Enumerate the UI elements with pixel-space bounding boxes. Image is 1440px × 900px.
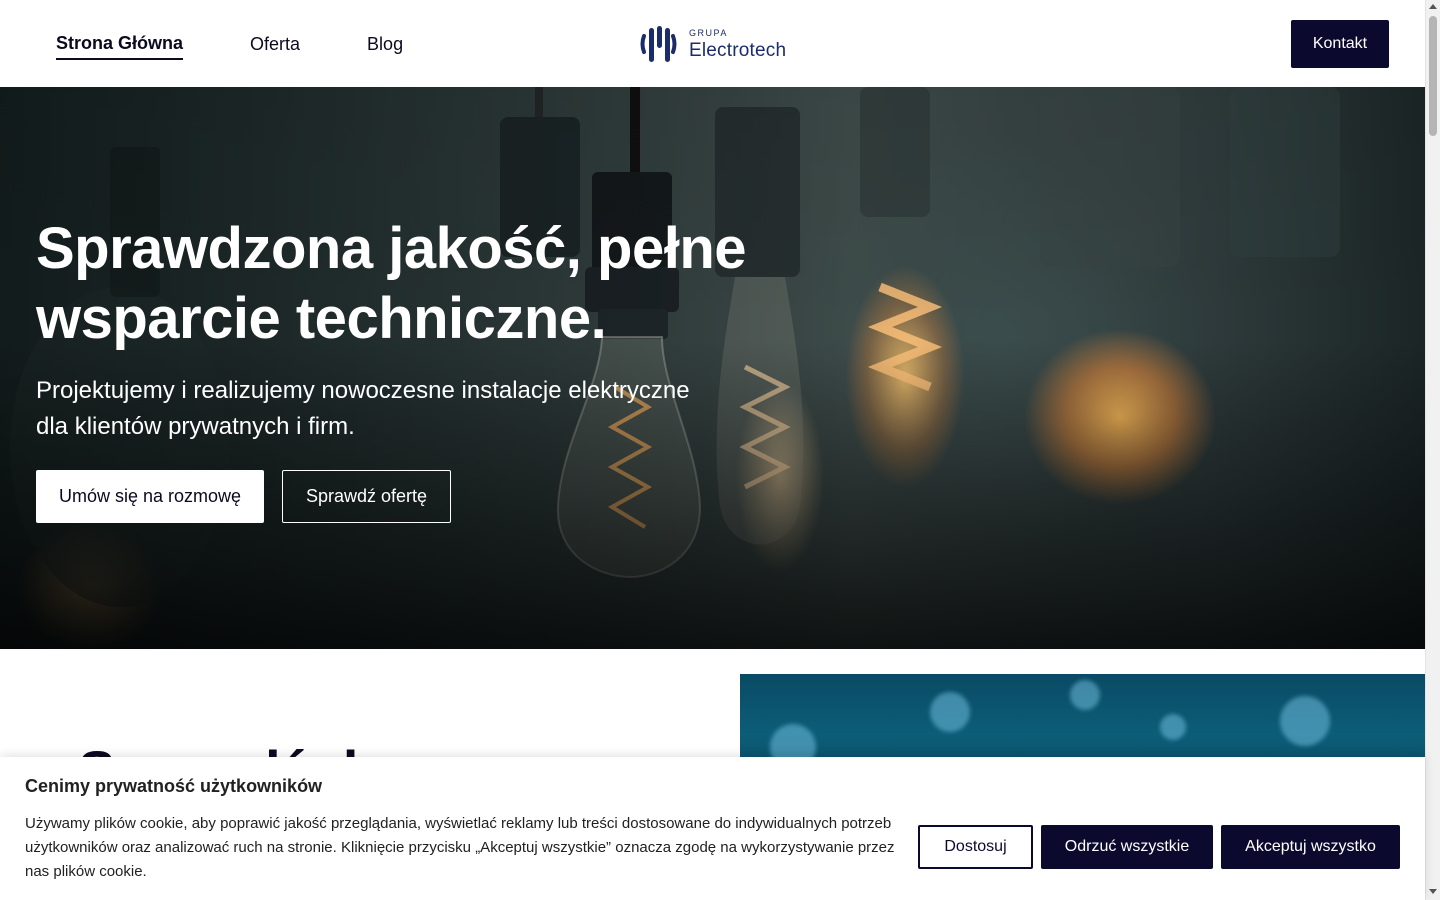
hero-section: Sprawdzona jakość, pełne wsparcie techni…	[0, 87, 1425, 649]
bokeh-dot	[930, 692, 970, 732]
check-offer-button[interactable]: Sprawdź ofertę	[282, 470, 451, 523]
scrollbar-thumb[interactable]	[1429, 16, 1437, 136]
logo-mark-icon	[640, 26, 677, 62]
logo-text: GRUPA Electrotech	[689, 27, 787, 61]
hero-subtitle-line-1: Projektujemy i realizujemy nowoczesne in…	[36, 377, 690, 404]
hero-subtitle-line-2: dla klientów prywatnych i firm.	[36, 413, 355, 440]
logo[interactable]: GRUPA Electrotech	[638, 24, 786, 64]
hero-subtitle: Projektujemy i realizujemy nowoczesne in…	[36, 373, 696, 445]
bokeh-dot	[1280, 696, 1330, 746]
accept-all-cookies-button[interactable]: Akceptuj wszystko	[1221, 825, 1400, 869]
scroll-up-arrow-icon[interactable]	[1429, 4, 1437, 9]
cookie-description: Używamy plików cookie, aby poprawić jako…	[25, 815, 895, 880]
reject-all-cookies-button[interactable]: Odrzuć wszystkie	[1041, 825, 1213, 869]
contact-button[interactable]: Kontakt	[1291, 20, 1389, 68]
schedule-call-button[interactable]: Umów się na rozmowę	[36, 470, 264, 523]
customize-cookies-button[interactable]: Dostosuj	[918, 825, 1033, 869]
nav-item-offer[interactable]: Oferta	[250, 28, 300, 59]
logo-brand-name: Electrotech	[689, 39, 787, 61]
scroll-down-arrow-icon[interactable]	[1429, 889, 1437, 894]
site-header: Strona Główna Oferta Blog GRUPA Electrot…	[0, 0, 1425, 87]
hero-title-line-2: wsparcie techniczne.	[36, 286, 607, 351]
cookie-title: Cenimy prywatność użytkowników	[25, 776, 323, 796]
page-scrollbar[interactable]	[1425, 0, 1440, 900]
bokeh-dot	[1070, 680, 1100, 710]
nav-item-home[interactable]: Strona Główna	[56, 27, 184, 60]
main-nav: Strona Główna Oferta Blog	[56, 0, 470, 87]
hero-title: Sprawdzona jakość, pełne wsparcie techni…	[36, 214, 796, 354]
nav-item-blog[interactable]: Blog	[367, 28, 403, 59]
bokeh-dot	[1160, 714, 1186, 740]
hero-title-line-1: Sprawdzona jakość, pełne	[36, 216, 747, 281]
cookie-banner: Cenimy prywatność użytkowników Używamy p…	[0, 757, 1425, 900]
logo-small-text: GRUPA	[689, 27, 728, 38]
hero-bottom-shade	[0, 87, 1425, 649]
